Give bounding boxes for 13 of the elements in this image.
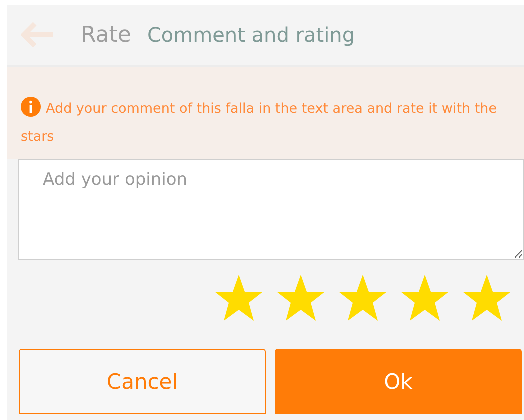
notice-text: Add your comment of this falla in the text area and rate it with the stars (21, 95, 500, 151)
star-icon[interactable] (214, 274, 264, 322)
info-icon (21, 97, 41, 117)
ok-button[interactable]: Ok (275, 349, 522, 414)
star-icon[interactable] (462, 274, 512, 322)
star-icon[interactable] (338, 274, 388, 322)
back-arrow-icon[interactable] (21, 22, 55, 48)
comment-field[interactable]: Add your opinion (18, 159, 524, 260)
star-icon[interactable] (276, 274, 326, 322)
page-title: Rate (81, 22, 132, 48)
cancel-button[interactable]: Cancel (19, 349, 266, 414)
dialog-title: Comment and rating (147, 23, 356, 47)
star-icon[interactable] (400, 274, 450, 322)
